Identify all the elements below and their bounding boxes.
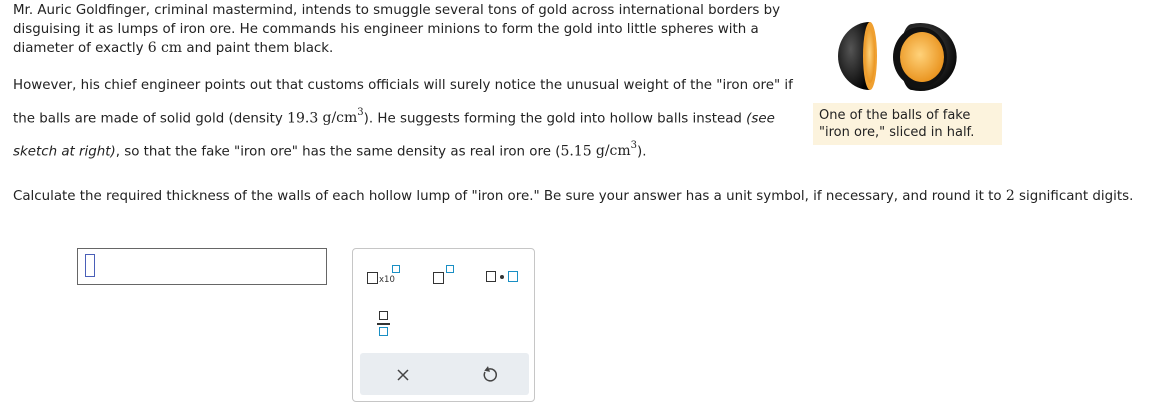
math-palette: x10 xyxy=(352,248,535,402)
exponent-box-icon xyxy=(446,265,454,273)
problem-intro: Mr. Auric Goldfinger, criminal mastermin… xyxy=(13,1,813,58)
answer-placeholder-box xyxy=(85,254,95,277)
right-hemisphere xyxy=(893,23,957,91)
unit-exponent: 3 xyxy=(630,139,638,151)
hollow-ball-sketch xyxy=(838,22,957,91)
fraction-bar-icon xyxy=(377,323,390,325)
answer-input[interactable] xyxy=(77,248,327,285)
denominator-box-icon xyxy=(379,327,388,336)
multiply-dot-button[interactable] xyxy=(486,270,522,284)
para2-text-b: ). He suggests forming the gold into hol… xyxy=(363,111,742,127)
clear-button[interactable] xyxy=(393,365,413,385)
unit-exponent: 3 xyxy=(357,106,364,118)
numerator-box-icon xyxy=(379,311,388,320)
gold-density-value: 19.3 xyxy=(287,110,319,127)
exponent-box-icon xyxy=(392,265,400,273)
undo-icon xyxy=(483,366,497,382)
unit-text: g/cm xyxy=(595,143,631,160)
base-box-icon xyxy=(433,272,444,284)
para2-text-c: , so that the fake "iron ore" has the sa… xyxy=(115,144,561,160)
problem-paragraph-2: However, his chief engineer points out t… xyxy=(13,72,803,167)
sig-figs-value: 2 xyxy=(1005,188,1015,204)
unit-text: g/cm xyxy=(322,110,358,127)
hollow-ball-figure xyxy=(830,12,970,97)
left-hemisphere xyxy=(838,22,877,90)
figure-caption: One of the balls of fake "iron ore," sli… xyxy=(813,103,1002,145)
base-box-icon xyxy=(367,272,378,284)
undo-button[interactable] xyxy=(479,365,499,385)
para2-text-d: ). xyxy=(637,144,647,160)
x10-label: x10 xyxy=(379,275,395,285)
left-box-icon xyxy=(486,271,496,282)
right-box-icon xyxy=(508,271,518,282)
iron-density-value: 5.15 xyxy=(560,143,592,160)
question-text: Calculate the required thickness of the … xyxy=(13,187,1153,206)
close-icon xyxy=(397,369,409,381)
dot-icon xyxy=(500,275,504,279)
intro-text: Mr. Auric Goldfinger, criminal mastermin… xyxy=(13,3,781,56)
superscript-button[interactable] xyxy=(433,265,457,287)
fraction-button[interactable] xyxy=(377,311,391,337)
iron-density-unit: g/cm3 xyxy=(595,139,638,160)
scientific-notation-button[interactable]: x10 xyxy=(367,265,403,287)
gold-density-unit: g/cm3 xyxy=(322,106,364,127)
diameter-unit: cm xyxy=(160,40,183,56)
palette-action-bar xyxy=(360,353,529,395)
question-text-b: significant digits. xyxy=(1019,189,1134,204)
diameter-value: 6 xyxy=(147,40,157,56)
intro-end-text: and paint them black. xyxy=(186,41,334,56)
question-text-a: Calculate the required thickness of the … xyxy=(13,189,1002,204)
